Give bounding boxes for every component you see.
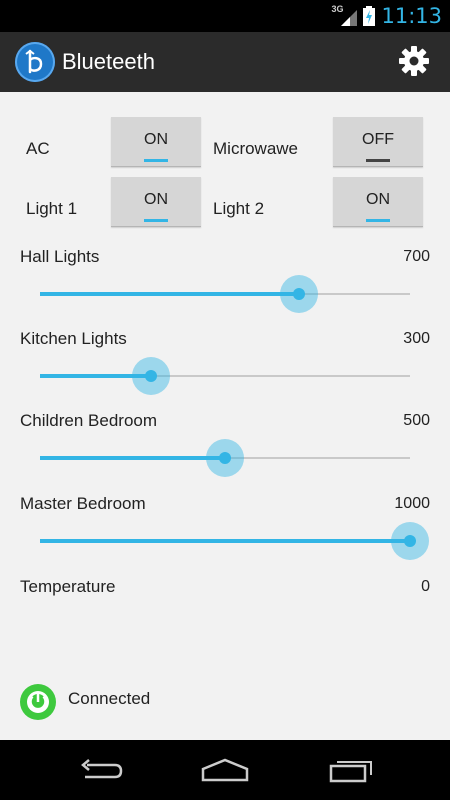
slider-label-kitchen-lights: Kitchen Lights (20, 329, 127, 348)
slider-thumb[interactable] (404, 535, 416, 547)
hall-lights-slider[interactable] (40, 274, 410, 314)
children-bedroom-slider[interactable] (40, 438, 410, 478)
slider-value-kitchen-lights: 300 (403, 330, 430, 347)
signal-icon: 3G (331, 4, 358, 28)
master-bedroom-slider[interactable] (40, 521, 429, 561)
app-title: Blueteeth (62, 49, 155, 74)
light-2-toggle-button[interactable]: ON (333, 177, 423, 227)
power-icon (20, 684, 56, 720)
toggle-state: ON (144, 131, 168, 148)
home-button[interactable] (200, 755, 250, 785)
recent-apps-button[interactable] (328, 755, 378, 785)
light-1-toggle-button[interactable]: ON (111, 177, 201, 227)
temperature-value: 0 (421, 578, 430, 595)
status-bar: 3G 11:13 (0, 0, 450, 32)
back-button[interactable] (75, 755, 125, 785)
bluetooth-b-icon[interactable] (15, 42, 55, 82)
slider-fill (40, 456, 225, 460)
toggle-state: ON (144, 191, 168, 208)
toggle-indicator (144, 219, 168, 222)
temperature-label: Temperature (20, 577, 116, 596)
battery-charging-icon (363, 6, 376, 26)
main-content: AC ON Microwawe OFF Light 1 ON Light 2 O… (0, 92, 450, 740)
slider-thumb[interactable] (293, 288, 305, 300)
slider-label-master-bedroom: Master Bedroom (20, 494, 146, 513)
slider-label-children-bedroom: Children Bedroom (20, 411, 158, 430)
slider-value-children-bedroom: 500 (403, 412, 430, 429)
toggle-indicator (144, 159, 168, 162)
ac-toggle-button[interactable]: ON (111, 117, 201, 167)
connection-status: Connected (68, 689, 151, 708)
recent-apps-icon (329, 761, 372, 783)
toggle-indicator (366, 159, 390, 162)
slider-thumb[interactable] (219, 452, 231, 464)
slider-fill (40, 292, 299, 296)
home-icon (201, 758, 249, 782)
gear-icon (399, 46, 429, 76)
toggle-label-microwave: Microwawe (213, 139, 299, 158)
slider-label-hall-lights: Hall Lights (20, 247, 100, 266)
slider-value-master-bedroom: 1000 (394, 495, 430, 512)
toggle-label-light-1: Light 1 (26, 199, 78, 218)
slider-thumb[interactable] (145, 370, 157, 382)
toggle-state: OFF (362, 131, 394, 148)
slider-value-hall-lights: 700 (403, 248, 430, 265)
toggle-label-light-2: Light 2 (213, 199, 265, 218)
settings-button[interactable] (398, 45, 430, 77)
toggle-state: ON (366, 191, 390, 208)
clock: 11:13 (381, 4, 442, 28)
navigation-bar (0, 740, 450, 800)
toggle-indicator (366, 219, 390, 222)
kitchen-lights-slider[interactable] (40, 356, 410, 396)
microwave-toggle-button[interactable]: OFF (333, 117, 423, 167)
action-bar: Blueteeth (0, 32, 450, 92)
toggle-label-ac: AC (26, 139, 50, 158)
back-icon (81, 759, 123, 779)
slider-fill (40, 539, 410, 543)
